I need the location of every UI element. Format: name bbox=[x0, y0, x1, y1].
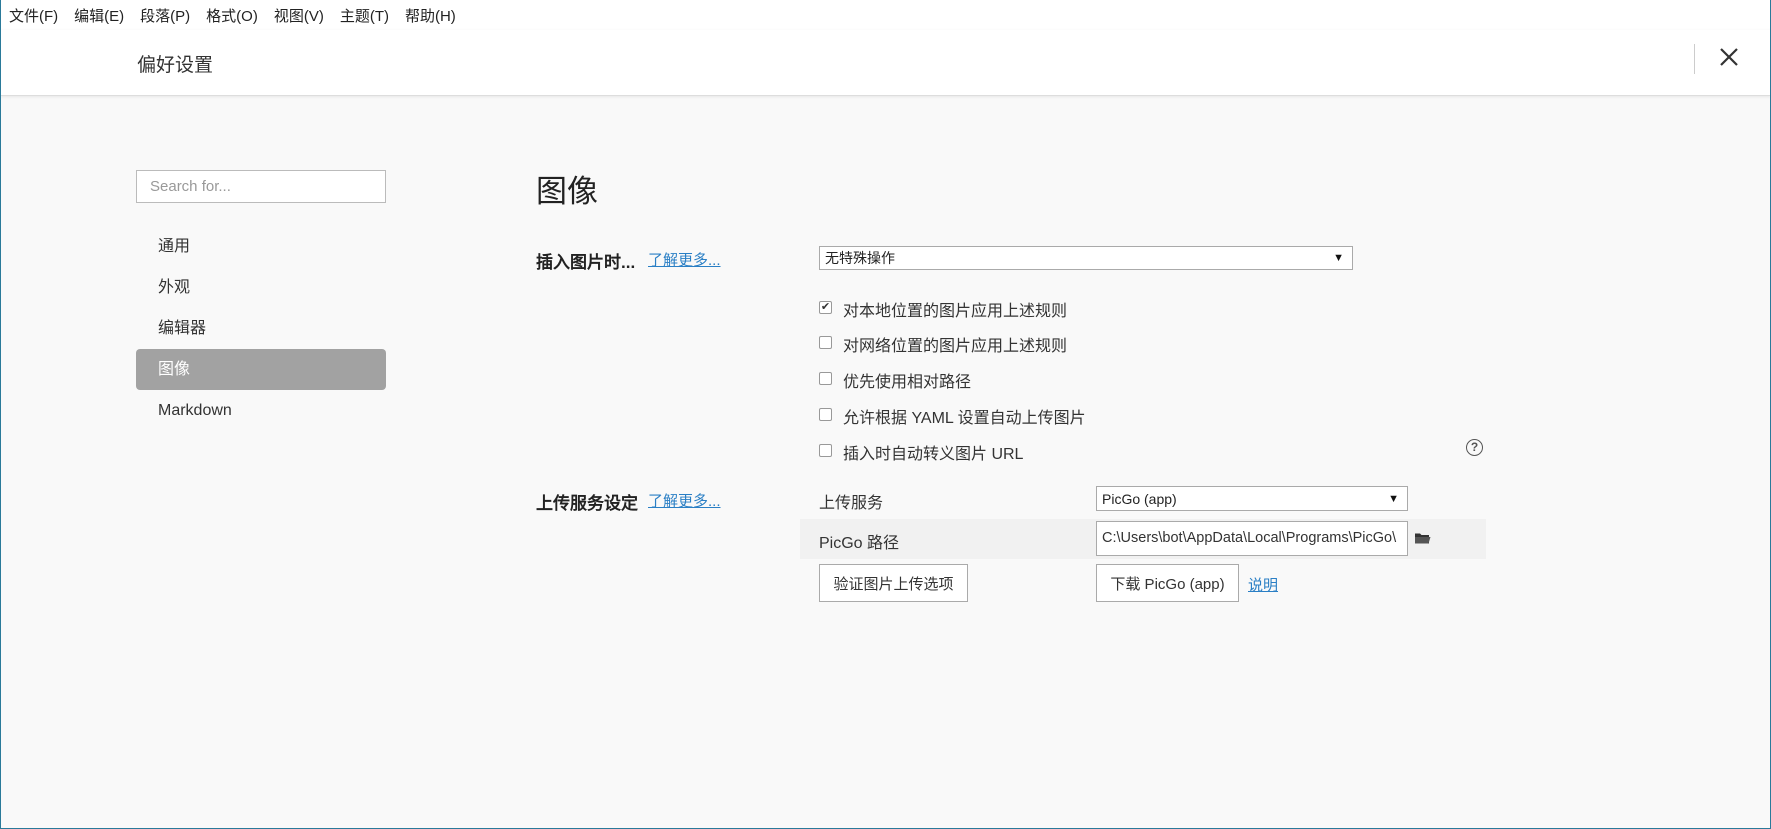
upload-service-label: 上传服务 bbox=[819, 495, 884, 512]
picgo-path-input[interactable]: C:\Users\bot\AppData\Local\Programs\PicG… bbox=[1096, 521, 1408, 556]
close-button[interactable] bbox=[1714, 42, 1744, 72]
checkbox-label: 对网络位置的图片应用上述规则 bbox=[843, 338, 1068, 355]
page-title: 偏好设置 bbox=[137, 55, 214, 76]
preferences-header: 偏好设置 bbox=[0, 30, 1771, 96]
menu-format[interactable]: 格式(O) bbox=[206, 5, 258, 26]
menu-edit[interactable]: 编辑(E) bbox=[74, 5, 124, 26]
sidebar-nav: 通用 外观 编辑器 图像 Markdown bbox=[136, 226, 386, 431]
upload-service-select[interactable]: PicGo (app) ▼ bbox=[1096, 486, 1408, 511]
checkbox-label: 允许根据 YAML 设置自动上传图片 bbox=[843, 410, 1086, 427]
insert-image-learn-more-link[interactable]: 了解更多... bbox=[648, 249, 721, 270]
dropdown-arrow-icon: ▼ bbox=[1388, 492, 1399, 505]
menu-file[interactable]: 文件(F) bbox=[9, 5, 58, 26]
menu-help[interactable]: 帮助(H) bbox=[405, 5, 456, 26]
checkbox-row-escape-url[interactable]: 插入时自动转义图片 URL bbox=[819, 440, 1023, 464]
checkbox-row-network-images[interactable]: 对网络位置的图片应用上述规则 bbox=[819, 332, 1067, 356]
upload-service-value: PicGo (app) bbox=[1102, 490, 1177, 507]
checkbox-network-images[interactable] bbox=[819, 335, 832, 349]
sidebar-item-appearance[interactable]: 外观 bbox=[136, 267, 386, 308]
picgo-doc-link[interactable]: 说明 bbox=[1248, 574, 1278, 595]
menu-paragraph[interactable]: 段落(P) bbox=[140, 5, 190, 26]
menu-theme[interactable]: 主题(T) bbox=[340, 5, 389, 26]
download-picgo-button[interactable]: 下载 PicGo (app) bbox=[1096, 564, 1239, 602]
upload-learn-more-link[interactable]: 了解更多... bbox=[648, 490, 721, 511]
checkbox-row-local-images[interactable]: ✔ 对本地位置的图片应用上述规则 bbox=[819, 297, 1067, 321]
checkbox-row-yaml-upload[interactable]: 允许根据 YAML 设置自动上传图片 bbox=[819, 404, 1086, 428]
question-circle-icon[interactable]: ? bbox=[1466, 439, 1483, 456]
sidebar-item-general[interactable]: 通用 bbox=[136, 226, 386, 267]
checkbox-label: 对本地位置的图片应用上述规则 bbox=[843, 303, 1068, 320]
upload-service-settings-label: 上传服务设定 bbox=[536, 494, 638, 513]
checkbox-escape-url[interactable] bbox=[819, 443, 832, 457]
checkbox-label: 插入时自动转义图片 URL bbox=[843, 446, 1024, 463]
menu-bar: 文件(F) 编辑(E) 段落(P) 格式(O) 视图(V) 主题(T) 帮助(H… bbox=[0, 0, 1771, 30]
menu-view[interactable]: 视图(V) bbox=[274, 5, 324, 26]
section-title: 图像 bbox=[536, 174, 598, 209]
insert-image-action-select[interactable]: 无特殊操作 ▼ bbox=[819, 246, 1353, 270]
header-divider bbox=[1694, 44, 1695, 74]
insert-image-label: 插入图片时... bbox=[536, 253, 636, 272]
sidebar-item-editor[interactable]: 编辑器 bbox=[136, 308, 386, 349]
dropdown-arrow-icon: ▼ bbox=[1333, 252, 1344, 264]
checkbox-local-images[interactable]: ✔ bbox=[819, 300, 832, 314]
sidebar-item-image[interactable]: 图像 bbox=[136, 349, 386, 390]
folder-icon[interactable] bbox=[1414, 531, 1431, 545]
checkbox-relative-path[interactable] bbox=[819, 371, 832, 385]
picgo-path-label: PicGo 路径 bbox=[819, 535, 900, 552]
verify-upload-button[interactable]: 验证图片上传选项 bbox=[819, 564, 968, 602]
search-input[interactable] bbox=[136, 170, 386, 203]
checkbox-row-relative-path[interactable]: 优先使用相对路径 bbox=[819, 368, 971, 392]
checkbox-label: 优先使用相对路径 bbox=[843, 374, 972, 391]
close-icon bbox=[1720, 48, 1738, 66]
insert-image-action-value: 无特殊操作 bbox=[825, 250, 895, 266]
sidebar-item-markdown[interactable]: Markdown bbox=[136, 390, 386, 431]
checkbox-yaml-upload[interactable] bbox=[819, 407, 832, 421]
